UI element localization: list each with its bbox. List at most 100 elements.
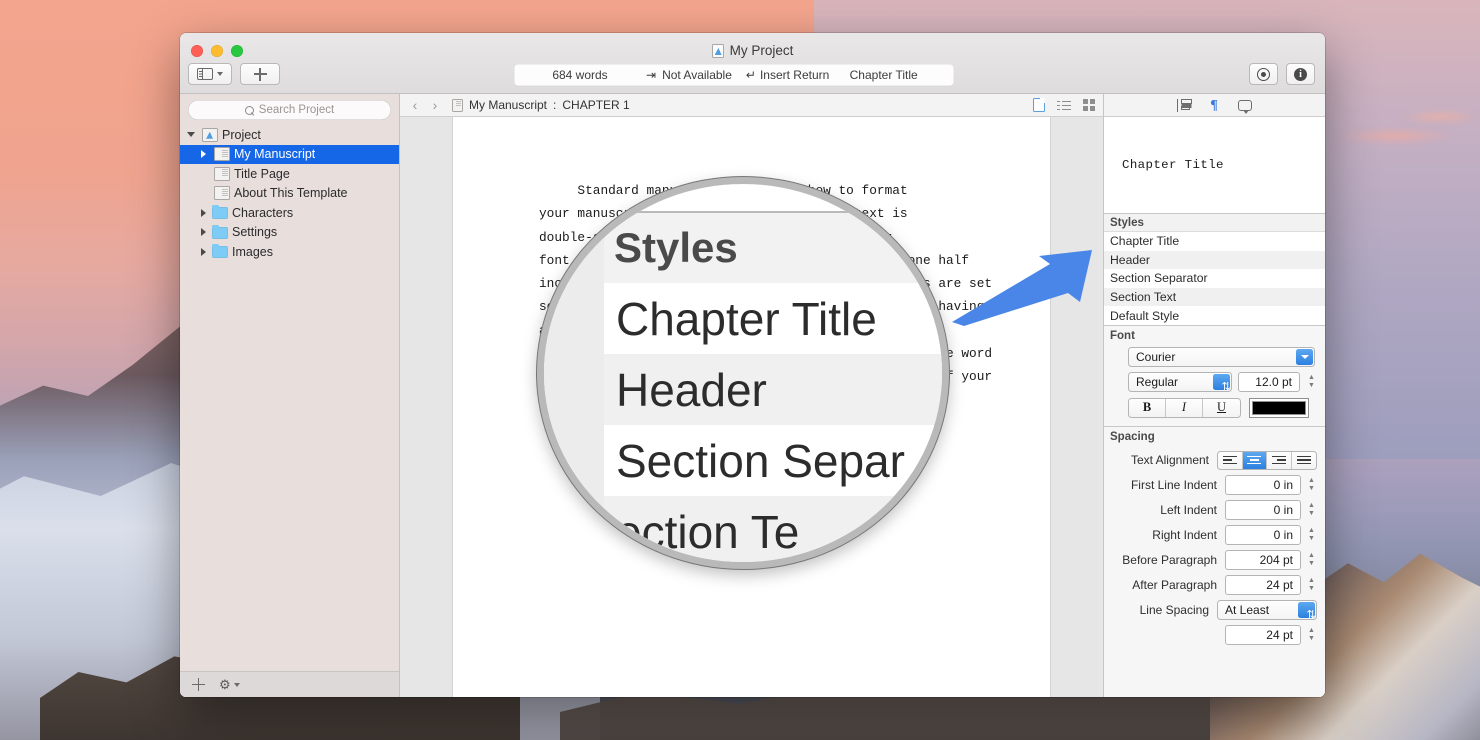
chevron-down-icon — [217, 72, 223, 76]
target-icon — [1257, 67, 1270, 81]
first-line-indent-stepper[interactable]: ▲ ▼ — [1306, 476, 1317, 495]
binder-item-label: Settings — [232, 225, 278, 240]
comments-icon[interactable] — [1237, 99, 1252, 114]
chevron-down-icon[interactable] — [1296, 348, 1313, 365]
editor-header: ‹ › My Manuscript : CHAPTER 1 — [400, 94, 1103, 117]
before-paragraph-stepper[interactable]: ▲ ▼ — [1306, 551, 1317, 570]
style-item-section-text[interactable]: Section Text — [1104, 287, 1325, 307]
breadcrumb-current[interactable]: CHAPTER 1 — [562, 98, 629, 112]
chevron-updown-icon[interactable] — [1298, 602, 1315, 619]
first-line-indent-field[interactable]: 0 in — [1225, 475, 1301, 496]
tab-stop-label: Not Available — [662, 68, 732, 82]
disclosure-triangle-right[interactable] — [198, 208, 208, 217]
style-item-header[interactable]: Header — [1104, 250, 1325, 270]
line-spacing-value-row: 24 pt ▲ ▼ — [1104, 623, 1325, 648]
right-indent-field[interactable]: 0 in — [1225, 525, 1301, 546]
add-item-button[interactable] — [240, 63, 280, 85]
align-center-button[interactable] — [1242, 451, 1267, 469]
text-alignment-label: Text Alignment — [1130, 453, 1209, 468]
align-justify-button[interactable] — [1292, 452, 1317, 469]
magnifier-loupe: Styles Chapter Title Header Section Sepa… — [537, 177, 949, 569]
first-line-indent-value: 0 in — [1273, 478, 1293, 493]
line-spacing-select[interactable]: At Least — [1217, 600, 1317, 621]
left-indent-field[interactable]: 0 in — [1225, 500, 1301, 521]
project-icon — [202, 127, 218, 142]
line-spacing-value-field[interactable]: 24 pt — [1225, 625, 1301, 646]
disclosure-triangle-right[interactable] — [198, 247, 208, 256]
magnified-style-row: Chapter Title — [604, 283, 942, 354]
after-paragraph-stepper[interactable]: ▲ ▼ — [1306, 576, 1317, 595]
search-input[interactable]: Search Project — [188, 100, 391, 120]
view-mode-corkboard-icon[interactable] — [1083, 99, 1095, 111]
line-spacing-stepper[interactable]: ▲ ▼ — [1306, 626, 1317, 645]
breadcrumb-parent[interactable]: My Manuscript — [469, 98, 547, 112]
compose-mode-button[interactable] — [1249, 63, 1278, 85]
style-item-label: Section Text — [1110, 290, 1177, 305]
after-paragraph-field[interactable]: 24 pt — [1225, 575, 1301, 596]
binder-list: Project My Manuscript Title Page About T… — [180, 125, 399, 671]
style-item-chapter-title[interactable]: Chapter Title — [1104, 232, 1325, 251]
right-indent-label: Right Indent — [1152, 528, 1217, 543]
binder-item-label: Images — [232, 244, 273, 259]
underline-label: U — [1216, 400, 1227, 415]
inspector-toggle-button[interactable]: i — [1286, 63, 1315, 85]
magnifier-left-band — [544, 184, 604, 562]
right-indent-row: Right Indent 0 in ▲ ▼ — [1104, 523, 1325, 548]
binder-item-title-page[interactable]: Title Page — [180, 164, 399, 184]
disclosure-triangle-right[interactable] — [198, 150, 208, 159]
view-mode-document-icon[interactable] — [1033, 97, 1046, 112]
align-center-icon — [1247, 455, 1262, 465]
styles-section-header: Styles — [1104, 214, 1325, 232]
back-button[interactable]: ‹ — [408, 97, 422, 113]
right-indent-stepper[interactable]: ▲ ▼ — [1306, 526, 1317, 545]
chevron-down-icon — [234, 682, 240, 687]
binder-item-project[interactable]: Project — [180, 125, 399, 145]
style-item-default-style[interactable]: Default Style — [1104, 306, 1325, 325]
line-spacing-mode: At Least — [1225, 603, 1270, 618]
toolbar-status-field[interactable]: 684 words ⇥ Not Available ↵ Insert Retur… — [514, 64, 954, 86]
first-line-indent-label: First Line Indent — [1130, 478, 1217, 493]
left-indent-label: Left Indent — [1160, 503, 1217, 518]
current-style-label: Chapter Title — [849, 68, 918, 82]
before-paragraph-field[interactable]: 204 pt — [1225, 550, 1301, 571]
binder-item-my-manuscript[interactable]: My Manuscript — [180, 144, 399, 164]
chevron-updown-icon[interactable] — [1213, 373, 1230, 390]
font-weight-select[interactable]: Regular — [1128, 371, 1232, 392]
binder-item-images[interactable]: Images — [180, 242, 399, 262]
right-indent-value: 0 in — [1273, 528, 1293, 543]
sidebar-toggle-button[interactable] — [188, 63, 232, 85]
binder-item-characters[interactable]: Characters — [180, 203, 399, 223]
binder-options-button[interactable]: ⚙ — [219, 678, 240, 691]
style-item-label: Default Style — [1110, 308, 1180, 323]
disclosure-triangle-down[interactable] — [186, 132, 196, 138]
editor-gutter-left — [400, 117, 453, 697]
font-emphasis-row: B I U — [1104, 392, 1325, 418]
bold-button[interactable]: B — [1129, 398, 1166, 417]
align-right-button[interactable] — [1267, 451, 1292, 469]
left-indent-stepper[interactable]: ▲ ▼ — [1306, 501, 1317, 520]
font-size-field[interactable]: 12.0 pt — [1238, 371, 1300, 392]
cloud-shape — [1335, 128, 1455, 144]
font-style-size-row: Regular 12.0 pt ▲▼ — [1104, 367, 1325, 392]
folder-icon — [212, 244, 228, 259]
disclosure-triangle-right[interactable] — [198, 228, 208, 237]
view-mode-outline-icon[interactable] — [1057, 100, 1071, 111]
style-preview-text: Chapter Title — [1122, 158, 1224, 172]
callout-arrow — [952, 250, 1092, 326]
forward-button[interactable]: › — [428, 97, 442, 113]
binder-item-about-this-template[interactable]: About This Template — [180, 184, 399, 204]
add-document-button[interactable] — [192, 678, 205, 691]
bookmarks-icon[interactable] — [1177, 98, 1193, 112]
font-color-swatch[interactable] — [1249, 397, 1309, 418]
font-family-select[interactable]: Courier — [1128, 346, 1315, 367]
style-item-section-separator[interactable]: Section Separator — [1104, 269, 1325, 288]
italic-button[interactable]: I — [1166, 398, 1203, 417]
binder-item-label: About This Template — [234, 186, 348, 201]
underline-button[interactable]: U — [1203, 399, 1240, 417]
align-left-button[interactable] — [1218, 451, 1243, 469]
font-size-stepper[interactable]: ▲ ▼ — [1306, 372, 1317, 391]
paragraph-pilcrow-icon[interactable]: ¶ — [1210, 98, 1218, 112]
gear-icon: ⚙ — [219, 677, 231, 692]
text-alignment-row: Text Alignment — [1104, 448, 1325, 473]
binder-item-settings[interactable]: Settings — [180, 223, 399, 243]
